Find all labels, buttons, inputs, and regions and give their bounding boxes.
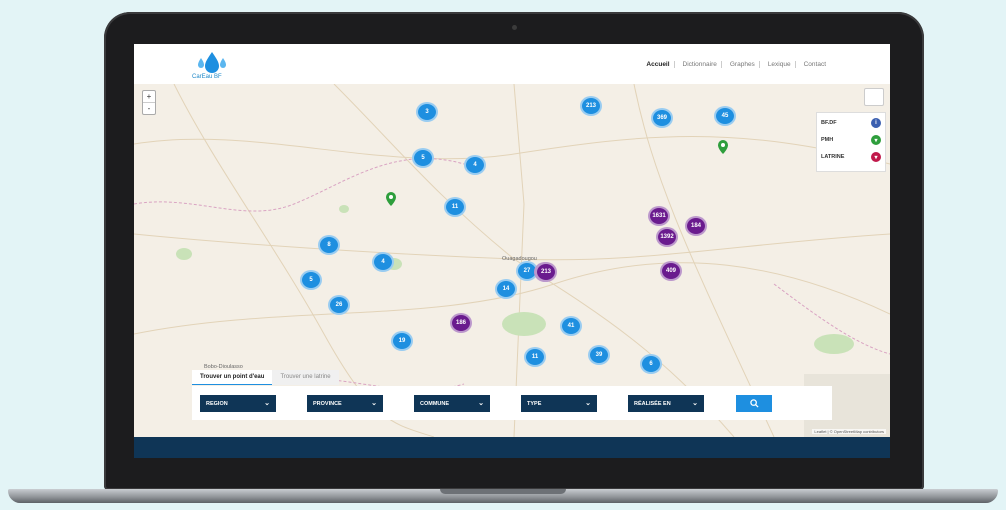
cluster-marker[interactable]: 14: [495, 279, 517, 299]
chevron-down-icon: ⌄: [585, 400, 591, 407]
cluster-marker[interactable]: 4: [372, 252, 394, 272]
legend-item-bfdf: BF.DF i: [821, 118, 881, 128]
legend-label: PMH: [821, 137, 834, 143]
cluster-marker[interactable]: 5: [412, 148, 434, 168]
cluster-marker[interactable]: 45: [714, 106, 736, 126]
nav-graphes[interactable]: Graphes: [726, 61, 760, 68]
cluster-marker[interactable]: 41: [560, 316, 582, 336]
laptop-notch: [440, 489, 566, 494]
region-select[interactable]: REGION ⌄: [200, 395, 276, 412]
map-attribution: Leaflet | © OpenStreetMap contributors: [812, 429, 886, 434]
cluster-marker-purple[interactable]: 186: [450, 313, 472, 333]
realisee-en-select[interactable]: RÉALISÉE EN ⌄: [628, 395, 704, 412]
tab-latrine[interactable]: Trouver une latrine: [272, 370, 339, 385]
nav-contact[interactable]: Contact: [800, 61, 830, 68]
nav-lexique[interactable]: Lexique: [764, 61, 796, 68]
province-select-label: PROVINCE: [313, 400, 342, 407]
commune-select-label: COMMUNE: [420, 400, 450, 407]
app-screen: CarEau BF Accueil Dictionnaire Graphes L…: [134, 44, 890, 458]
cluster-marker[interactable]: 4: [464, 155, 486, 175]
latrine-icon: ▾: [871, 152, 881, 162]
cluster-marker[interactable]: 26: [328, 295, 350, 315]
cluster-marker[interactable]: 19: [391, 331, 413, 351]
cluster-marker[interactable]: 369: [651, 108, 673, 128]
map-legend: BF.DF i PMH ▾ LATRINE ▾: [816, 112, 886, 172]
cluster-marker-purple[interactable]: 184: [685, 216, 707, 236]
filter-bar: REGION ⌄ PROVINCE ⌄ COMMUNE ⌄ TYPE ⌄ RÉA…: [192, 386, 832, 420]
region-select-label: REGION: [206, 400, 228, 407]
cluster-marker[interactable]: 5: [300, 270, 322, 290]
legend-label: BF.DF: [821, 120, 837, 126]
chevron-down-icon: ⌄: [692, 400, 698, 407]
pmh-pin-icon[interactable]: [718, 140, 728, 154]
nav-accueil[interactable]: Accueil: [642, 61, 675, 68]
cluster-marker[interactable]: 3: [416, 102, 438, 122]
legend-label: LATRINE: [821, 154, 845, 160]
legend-item-latrine: LATRINE ▾: [821, 152, 881, 162]
legend-item-pmh: PMH ▾: [821, 135, 881, 145]
cluster-marker-purple[interactable]: 213: [535, 262, 557, 282]
cluster-marker-purple[interactable]: 1631: [648, 206, 670, 226]
chevron-down-icon: ⌄: [264, 400, 270, 407]
cluster-marker[interactable]: 11: [524, 347, 546, 367]
tab-point-eau[interactable]: Trouver un point d'eau: [192, 370, 273, 385]
webcam: [512, 25, 517, 30]
cluster-marker[interactable]: 39: [588, 345, 610, 365]
search-tabs: Trouver un point d'eau Trouver une latri…: [192, 370, 339, 385]
type-select-label: TYPE: [527, 400, 542, 407]
type-select[interactable]: TYPE ⌄: [521, 395, 597, 412]
chevron-down-icon: ⌄: [478, 400, 484, 407]
zoom-out-button[interactable]: -: [143, 103, 155, 114]
search-icon: [749, 399, 759, 408]
province-select[interactable]: PROVINCE ⌄: [307, 395, 383, 412]
pmh-pin-icon[interactable]: [386, 192, 396, 206]
cluster-marker-purple[interactable]: 409: [660, 261, 682, 281]
chevron-down-icon: ⌄: [371, 400, 377, 407]
pump-icon: ▾: [871, 135, 881, 145]
cluster-marker[interactable]: 11: [444, 197, 466, 217]
cluster-marker[interactable]: 8: [318, 235, 340, 255]
nav-dictionnaire[interactable]: Dictionnaire: [679, 61, 722, 68]
info-icon: i: [871, 118, 881, 128]
realisee-en-select-label: RÉALISÉE EN: [634, 400, 671, 407]
footer-bar: [134, 437, 890, 458]
zoom-in-button[interactable]: +: [143, 91, 155, 103]
cluster-marker-purple[interactable]: 1392: [656, 227, 678, 247]
cluster-marker[interactable]: 213: [580, 96, 602, 116]
commune-select[interactable]: COMMUNE ⌄: [414, 395, 490, 412]
layer-control[interactable]: [864, 88, 884, 106]
site-header: CarEau BF Accueil Dictionnaire Graphes L…: [134, 44, 890, 84]
search-panel: Trouver un point d'eau Trouver une latri…: [192, 370, 832, 420]
search-button[interactable]: [736, 395, 772, 412]
logo-text: CarEau BF: [192, 74, 222, 80]
main-nav: Accueil Dictionnaire Graphes Lexique Con…: [642, 61, 830, 68]
zoom-control: + -: [142, 90, 156, 115]
